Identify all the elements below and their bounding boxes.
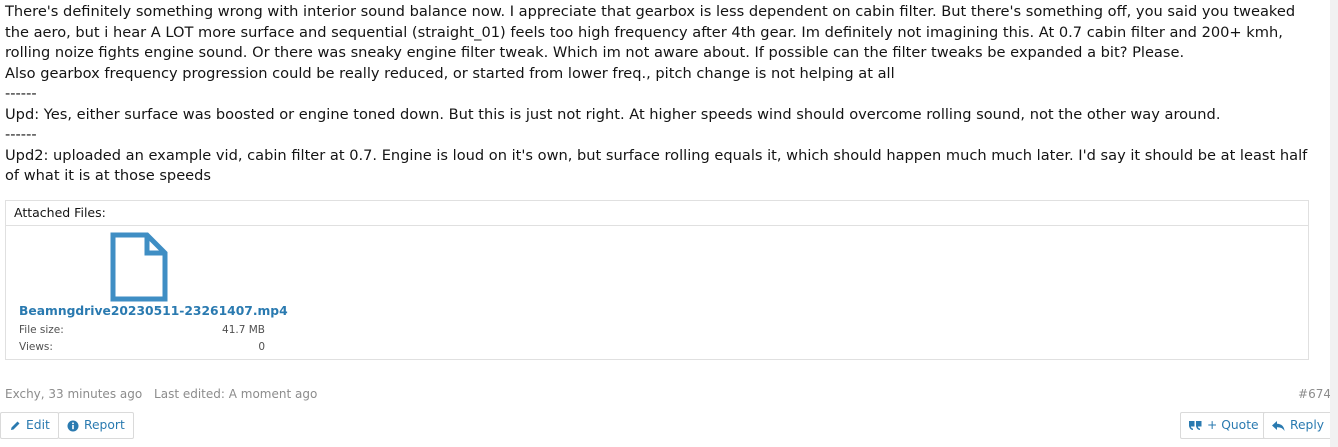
attached-files-box: Attached Files: Beamngdrive20230511-2326… [5,200,1309,360]
views-row: Views: 0 [19,341,265,357]
views-label: Views: [19,341,53,353]
edit-button[interactable]: Edit [0,412,59,439]
report-button[interactable]: Report [58,412,134,439]
author-timestamp-link[interactable]: Exchy, 33 minutes ago [5,387,142,401]
post-body: There's definitely something wrong with … [5,2,1323,187]
attached-files-header: Attached Files: [6,201,1308,226]
attachment-item[interactable]: Beamngdrive20230511-23261407.mp4 File si… [13,230,288,357]
attachment-filename-link[interactable]: Beamngdrive20230511-23261407.mp4 [19,304,288,318]
quote-button-label: + Quote [1207,418,1259,432]
quote-button[interactable]: + Quote [1180,412,1268,439]
post-paragraph: Upd2: uploaded an example vid, cabin fil… [5,146,1308,185]
views-value: 0 [258,341,265,353]
post-footer: Exchy, 33 minutes ago Last edited: A mom… [5,387,1331,403]
report-button-label: Report [84,418,125,432]
post-paragraph: Upd: Yes, either surface was boosted or … [5,105,1221,123]
post-paragraph: There's definitely something wrong with … [5,3,1296,61]
file-icon[interactable] [109,232,169,302]
post-separator: ------ [5,85,37,102]
reply-icon [1272,420,1285,431]
post-paragraph: Also gearbox frequency progression could… [5,64,895,82]
post-separator: ------ [5,126,37,143]
pencil-icon [11,421,20,430]
last-edited-text: Last edited: A moment ago [154,387,318,401]
file-size-row: File size: 41.7 MB [19,324,265,340]
info-icon [67,420,79,431]
vertical-scrollbar[interactable] [1330,0,1338,447]
reply-button[interactable]: Reply [1263,412,1334,439]
file-size-label: File size: [19,324,64,336]
post-permalink[interactable]: #674 [1298,387,1331,401]
edit-button-label: Edit [26,418,50,432]
quote-icon [1189,421,1202,430]
file-size-value: 41.7 MB [222,324,265,336]
reply-button-label: Reply [1290,418,1325,432]
